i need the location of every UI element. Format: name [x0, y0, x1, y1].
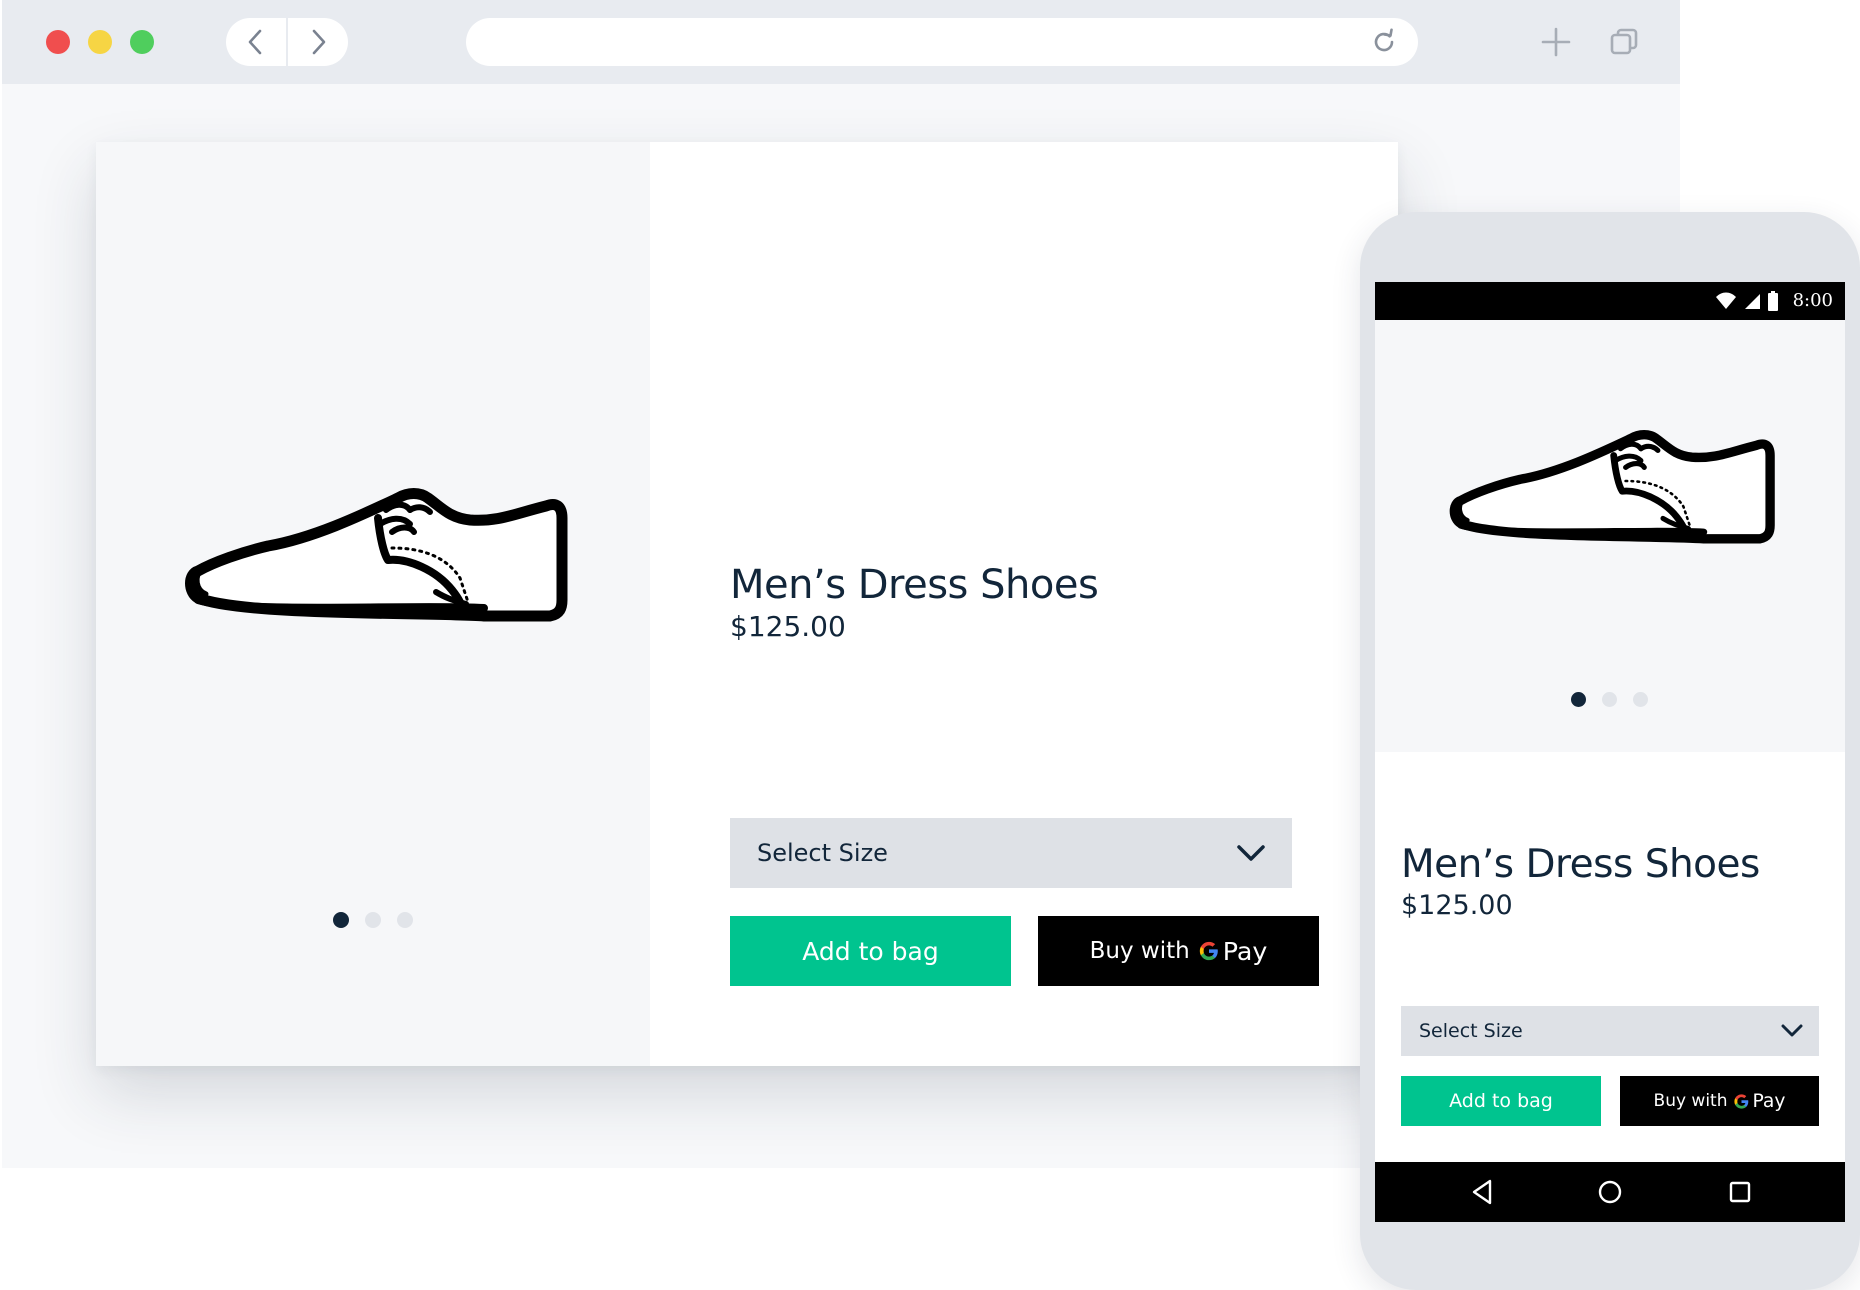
- home-circle-icon[interactable]: [1595, 1177, 1625, 1207]
- minimize-window-button[interactable]: [88, 30, 112, 54]
- product-price: $125.00: [730, 610, 846, 643]
- google-g-icon: [1733, 1093, 1748, 1109]
- carousel-dot-2[interactable]: [1602, 692, 1617, 707]
- gpay-pay-label: Pay: [1752, 1090, 1786, 1112]
- product-title: Men’s Dress Shoes: [730, 562, 1099, 608]
- product-price: $125.00: [1401, 890, 1513, 921]
- desktop-product-card: Men’s Dress Shoes $125.00 Select Size Ad…: [96, 142, 1398, 1066]
- battery-icon: [1767, 290, 1778, 311]
- phone-product-image-panel: [1375, 320, 1845, 752]
- carousel-dots: [1571, 692, 1648, 707]
- plus-icon[interactable]: [1540, 26, 1572, 58]
- carousel-dot-2[interactable]: [365, 912, 381, 928]
- buy-with-gpay-button[interactable]: Buy with Pay: [1038, 916, 1319, 986]
- phone-device: 8:00 Men’s Dress Shoes $125.00 Select Si…: [1360, 212, 1860, 1290]
- reload-icon[interactable]: [1370, 28, 1398, 56]
- back-triangle-icon[interactable]: [1468, 1177, 1498, 1207]
- carousel-dot-1[interactable]: [333, 912, 349, 928]
- carousel-dots: [333, 912, 413, 928]
- tabs-icon[interactable]: [1608, 26, 1640, 58]
- size-select-label: Select Size: [757, 839, 888, 867]
- product-title: Men’s Dress Shoes: [1401, 842, 1760, 887]
- product-image-panel: [96, 142, 650, 1066]
- address-bar[interactable]: [466, 18, 1418, 66]
- buy-with-label: Buy with: [1653, 1091, 1728, 1111]
- shoe-image: [185, 488, 568, 622]
- wifi-icon: [1715, 292, 1736, 309]
- size-select[interactable]: Select Size: [730, 818, 1292, 888]
- shoe-image: [1449, 430, 1775, 544]
- status-bar: 8:00: [1375, 282, 1845, 320]
- status-time: 8:00: [1792, 290, 1833, 311]
- add-to-bag-button[interactable]: Add to bag: [730, 916, 1011, 986]
- status-icons: 8:00: [1715, 290, 1833, 311]
- chevron-down-icon: [1237, 845, 1265, 861]
- android-nav-bar: [1375, 1162, 1845, 1222]
- chevron-left-icon: [248, 29, 262, 55]
- buy-with-gpay-button[interactable]: Buy with Pay: [1620, 1076, 1819, 1126]
- phone-screen: 8:00 Men’s Dress Shoes $125.00 Select Si…: [1375, 282, 1845, 1222]
- add-to-bag-label: Add to bag: [1449, 1090, 1553, 1112]
- recents-square-icon[interactable]: [1725, 1177, 1755, 1207]
- browser-toolbar: [2, 0, 1680, 84]
- add-to-bag-label: Add to bag: [802, 936, 939, 966]
- forward-button[interactable]: [288, 18, 348, 66]
- navigation-buttons: [226, 18, 348, 66]
- signal-icon: [1744, 293, 1760, 309]
- chevron-down-icon: [1781, 1024, 1803, 1037]
- gpay-pay-label: Pay: [1222, 936, 1268, 966]
- carousel-dot-3[interactable]: [397, 912, 413, 928]
- buy-with-label: Buy with: [1089, 938, 1190, 964]
- add-to-bag-button[interactable]: Add to bag: [1401, 1076, 1601, 1126]
- size-select-label: Select Size: [1419, 1020, 1523, 1042]
- maximize-window-button[interactable]: [130, 30, 154, 54]
- back-button[interactable]: [226, 18, 286, 66]
- size-select[interactable]: Select Size: [1401, 1006, 1819, 1056]
- carousel-dot-3[interactable]: [1633, 692, 1648, 707]
- carousel-dot-1[interactable]: [1571, 692, 1586, 707]
- google-g-icon: [1199, 941, 1218, 961]
- close-window-button[interactable]: [46, 30, 70, 54]
- chevron-right-icon: [312, 29, 326, 55]
